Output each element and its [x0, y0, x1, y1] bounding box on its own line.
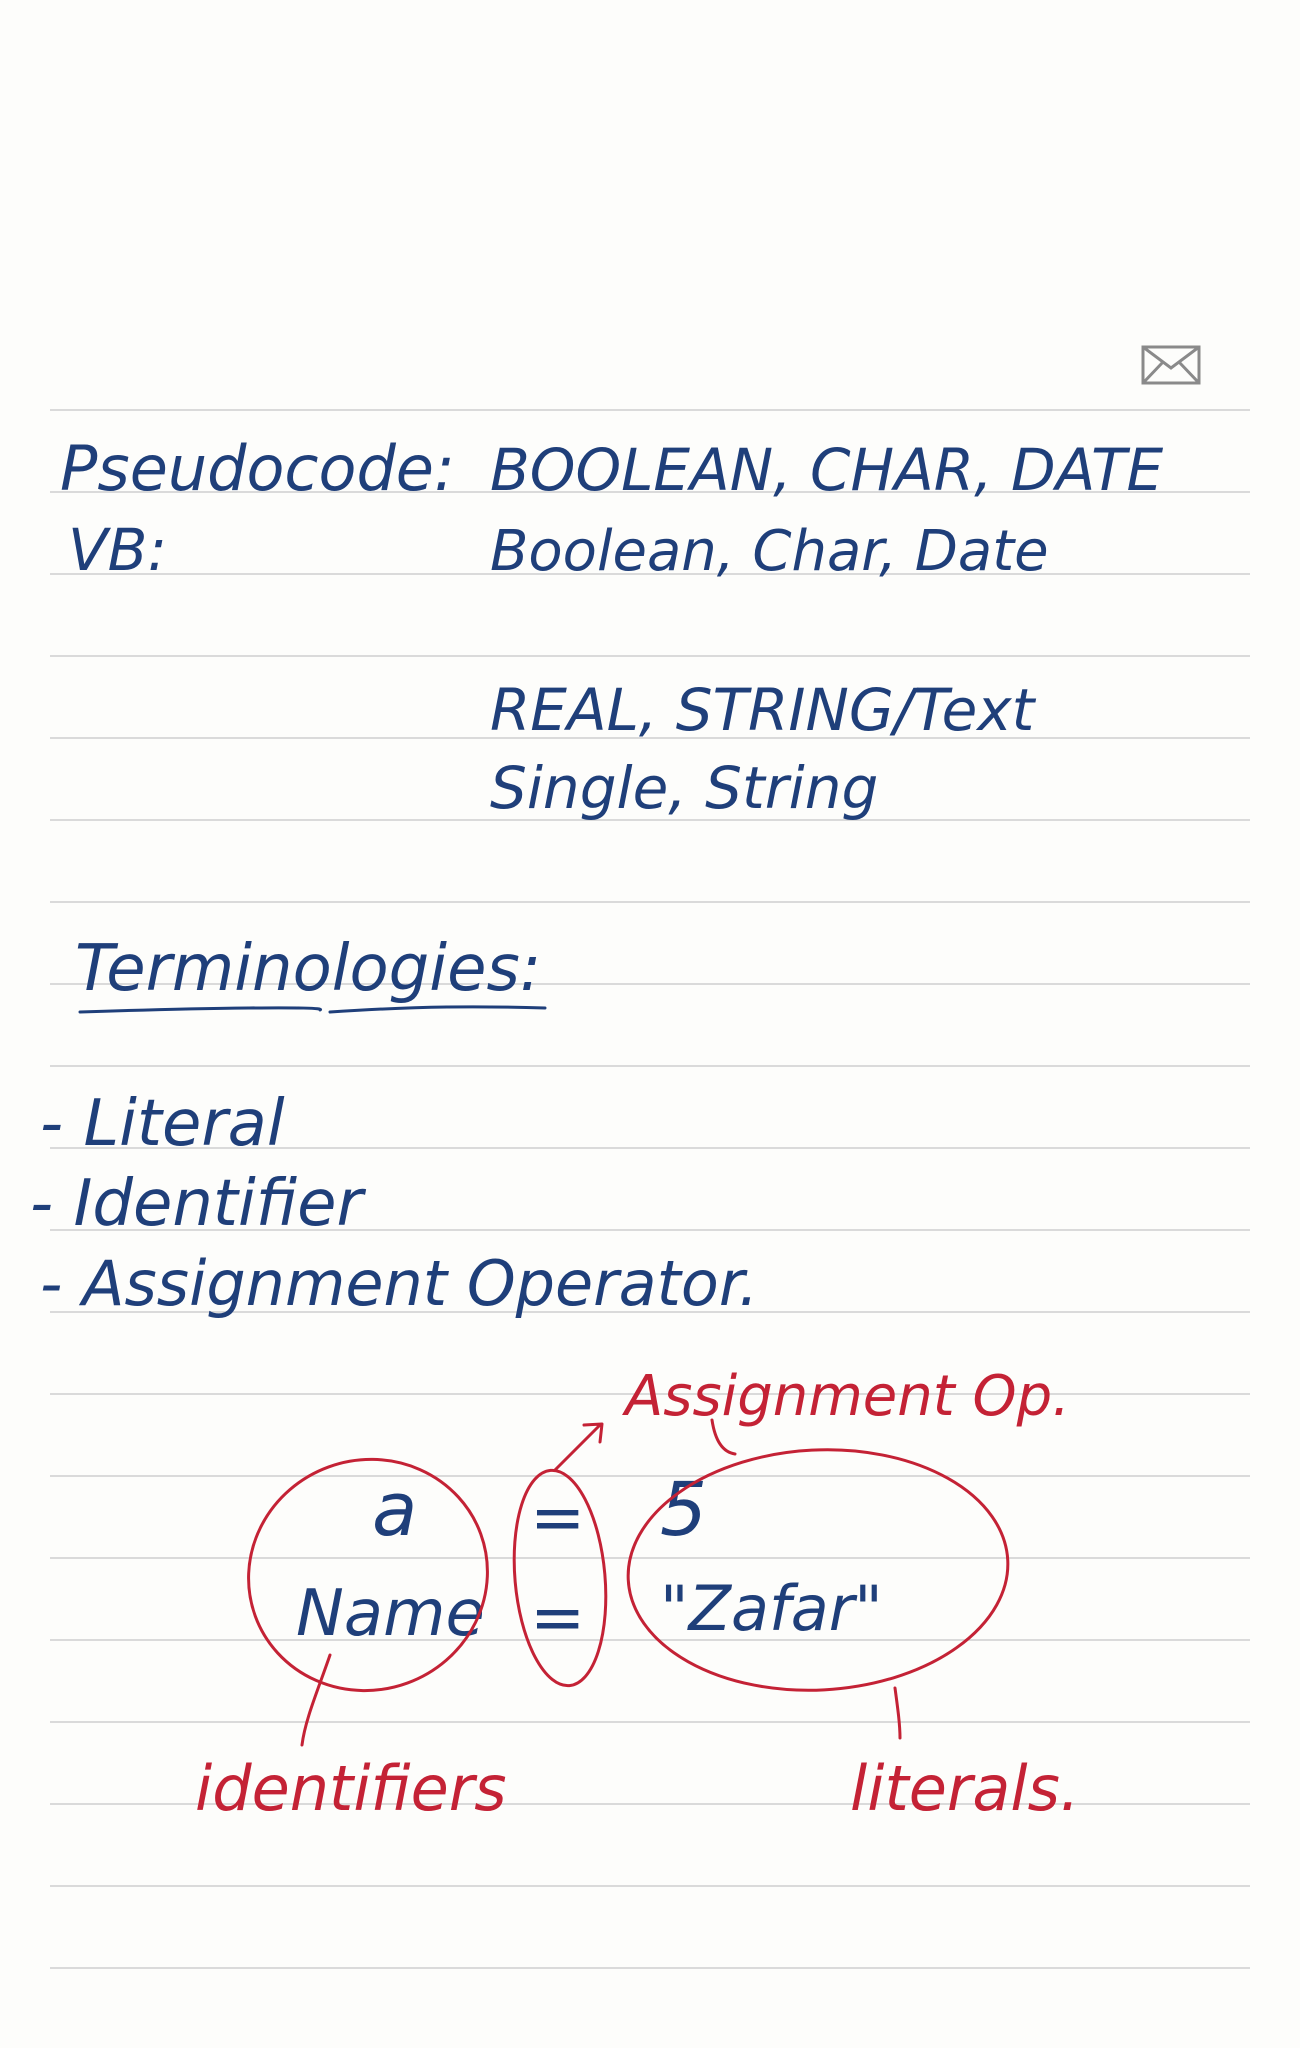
operator-1: =	[530, 1479, 585, 1556]
pseudocode-types-line-2: REAL, STRING/Text	[490, 676, 1037, 744]
pointer-literals	[893, 1686, 902, 1740]
terminologies-heading: Terminologies:	[75, 932, 541, 1006]
operator-2: =	[530, 1579, 585, 1656]
arrow-to-operator	[553, 1422, 604, 1472]
circle-identifiers	[247, 1457, 489, 1693]
vb-types-line-1: Boolean, Char, Date	[490, 519, 1049, 584]
pseudocode-types-line-1: BOOLEAN, CHAR, DATE	[490, 436, 1163, 504]
pseudocode-label: Pseudocode:	[60, 432, 455, 505]
term-identifier: - Identifier	[30, 1167, 366, 1241]
annotation-assignment-op: Assignment Op.	[622, 1364, 1070, 1429]
literal-zafar: "Zafar"	[660, 1572, 883, 1645]
term-assignment-operator: - Assignment Operator.	[40, 1247, 758, 1320]
identifier-a: a	[372, 1467, 417, 1553]
term-literal: - Literal	[40, 1087, 285, 1161]
annotation-literals: literals.	[850, 1752, 1080, 1825]
heading-underline	[78, 1005, 547, 1014]
annotation-identifiers: identifiers	[195, 1752, 507, 1825]
notebook-page: Pseudocode: BOOLEAN, CHAR, DATE VB: Bool…	[0, 0, 1300, 2048]
pointer-identifiers	[300, 1653, 332, 1747]
handwriting-layer: Pseudocode: BOOLEAN, CHAR, DATE VB: Bool…	[30, 432, 1163, 1825]
vb-types-line-2: Single, String	[490, 754, 878, 822]
identifier-name: Name	[296, 1577, 485, 1651]
vb-label: VB:	[68, 516, 167, 584]
